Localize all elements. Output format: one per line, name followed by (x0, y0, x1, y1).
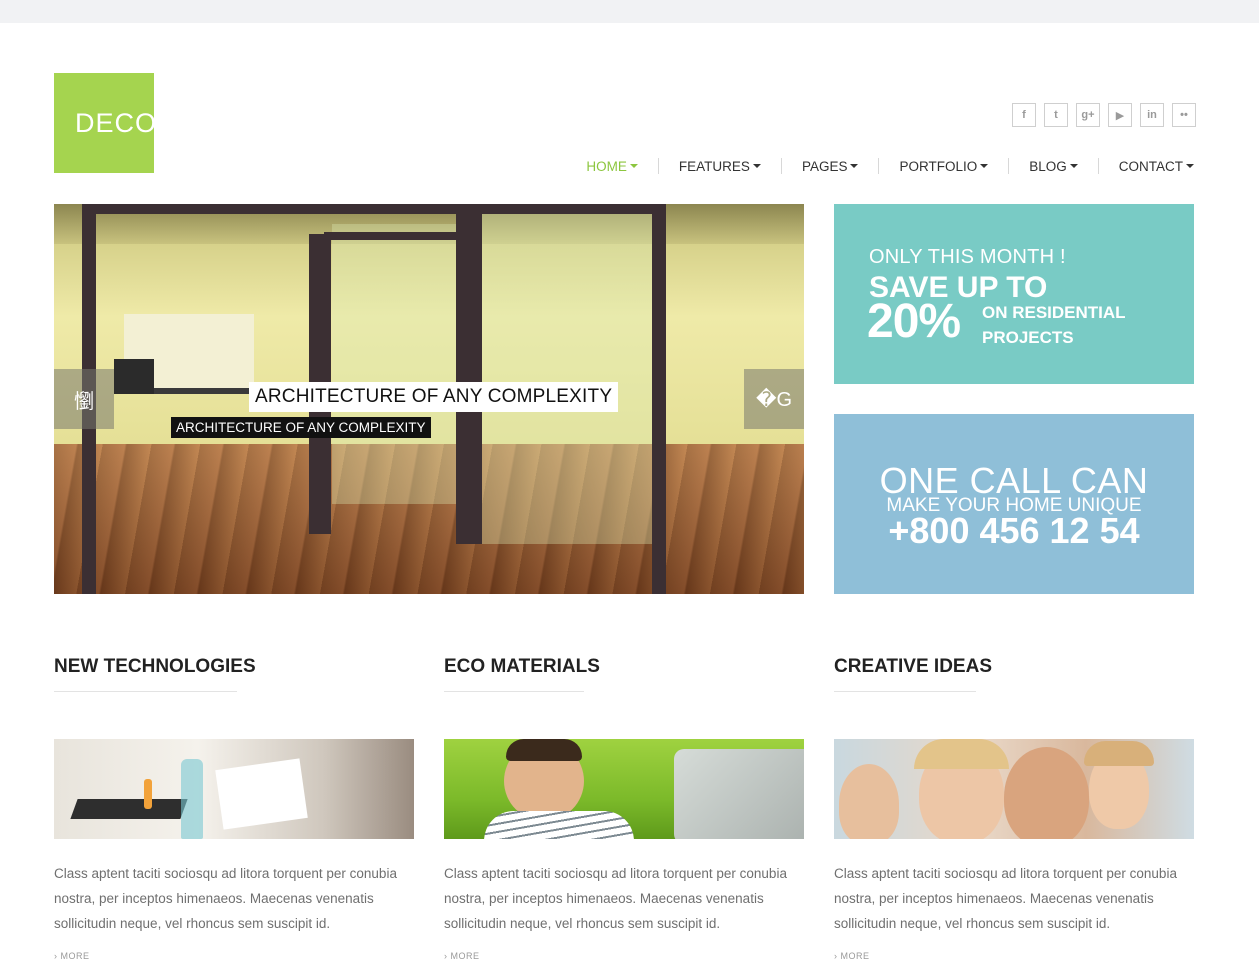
feature-more-link[interactable]: › MORE (834, 951, 870, 960)
slider-next-arrow-icon[interactable]: �G (744, 369, 804, 429)
caret-down-icon (1186, 164, 1194, 168)
feature-title: ECO MATERIALS (444, 656, 600, 677)
hero-slider[interactable]: 懰 �G ARCHITECTURE OF ANY COMPLEXITY ARCH… (54, 204, 804, 594)
nav-divider (878, 158, 880, 174)
feature-eco-materials: ECO MATERIALS Class aptent taciti socios… (444, 656, 804, 960)
promo-sale-line1: ONLY THIS MONTH ! (869, 246, 1066, 268)
feature-image[interactable] (834, 739, 1194, 839)
slide-caption-title: ARCHITECTURE OF ANY COMPLEXITY (249, 382, 619, 412)
nav-divider (657, 158, 659, 174)
caret-down-icon (1069, 164, 1078, 168)
facebook-icon[interactable]: f (1012, 103, 1036, 127)
feature-title-underline (54, 691, 237, 692)
child-face-shape (839, 764, 899, 839)
feature-image[interactable] (54, 739, 414, 839)
caret-down-icon (980, 164, 989, 168)
laptop-shape (674, 749, 804, 839)
main-nav: HOME FEATURES PAGES PORTFOLIO BLOG CONTA… (586, 158, 1194, 174)
twitter-icon[interactable]: t (1044, 103, 1068, 127)
child-hair-shape (1084, 741, 1154, 766)
feature-title-underline (444, 691, 584, 692)
nav-item-home[interactable]: HOME (586, 159, 638, 174)
father-face-shape (1004, 747, 1089, 839)
feature-title: CREATIVE IDEAS (834, 656, 993, 677)
cup-shape (144, 779, 152, 809)
feature-title: NEW TECHNOLOGIES (54, 656, 256, 677)
social-links: f t g+ ▶ in •• (1012, 103, 1196, 127)
slide-caption-subtitle: ARCHITECTURE OF ANY COMPLEXITY (171, 417, 431, 438)
mother-hair-shape (914, 739, 1009, 769)
feature-more-link[interactable]: › MORE (444, 951, 480, 960)
feature-text: Class aptent taciti sociosqu ad litora t… (54, 866, 397, 931)
slide-image-frame (652, 204, 666, 594)
youtube-icon[interactable]: ▶ (1108, 103, 1132, 127)
feature-text: Class aptent taciti sociosqu ad litora t… (444, 866, 787, 931)
nav-item-label: PORTFOLIO (899, 158, 978, 174)
promo-sale-banner[interactable]: ONLY THIS MONTH ! SAVE UP TO 20% ON RESI… (834, 204, 1194, 384)
hair-shape (506, 739, 582, 761)
nav-item-label: HOME (586, 158, 627, 174)
laptop-shape (70, 799, 188, 819)
slide-image-frame (456, 214, 482, 544)
nav-item-label: FEATURES (678, 158, 750, 174)
caret-down-icon (629, 164, 638, 168)
google-plus-icon[interactable]: g+ (1076, 103, 1100, 127)
caret-down-icon (850, 164, 859, 168)
nav-item-label: PAGES (801, 158, 848, 174)
feature-image[interactable] (444, 739, 804, 839)
slide-image-frame (94, 204, 664, 214)
nav-item-pages[interactable]: PAGES (802, 159, 859, 174)
nav-item-label: BLOG (1029, 158, 1067, 174)
slide-image-frame (324, 232, 469, 240)
paper-shape (215, 758, 308, 830)
nav-item-label: CONTACT (1118, 158, 1183, 174)
feature-text: Class aptent taciti sociosqu ad litora t… (834, 866, 1177, 931)
nav-divider (1097, 158, 1099, 174)
slide-image-oven (114, 359, 154, 394)
nav-divider (780, 158, 782, 174)
nav-divider (1008, 158, 1010, 174)
caret-down-icon (752, 164, 761, 168)
nav-item-portfolio[interactable]: PORTFOLIO (899, 158, 989, 174)
feature-creative-ideas: CREATIVE IDEAS Class aptent taciti socio… (834, 656, 1194, 960)
top-bar (0, 0, 1259, 23)
shirt-shape (484, 811, 634, 839)
slide-image-glass (474, 214, 664, 544)
nav-item-features[interactable]: FEATURES (679, 159, 761, 174)
promo-call-banner[interactable]: ONE CALL CAN MAKE YOUR HOME UNIQUE +800 … (834, 414, 1194, 594)
promo-sale-line4: ON RESIDENTIAL PROJECTS (982, 303, 1126, 347)
nav-item-blog[interactable]: BLOG (1029, 159, 1078, 174)
slide-image-glass (332, 224, 467, 504)
logo-text[interactable]: DECOR (75, 108, 178, 139)
flickr-icon[interactable]: •• (1172, 103, 1196, 127)
feature-more-link[interactable]: › MORE (54, 951, 90, 960)
bottle-shape (181, 759, 203, 839)
nav-item-contact[interactable]: CONTACT (1119, 159, 1194, 174)
promo-sale-percent: 20% (867, 295, 961, 348)
slider-prev-arrow-icon[interactable]: 懰 (54, 369, 114, 429)
feature-title-underline (834, 691, 976, 692)
promo-call-phone: +800 456 12 54 (888, 510, 1140, 551)
feature-new-technologies: NEW TECHNOLOGIES Class aptent taciti soc… (54, 656, 414, 960)
linkedin-icon[interactable]: in (1140, 103, 1164, 127)
